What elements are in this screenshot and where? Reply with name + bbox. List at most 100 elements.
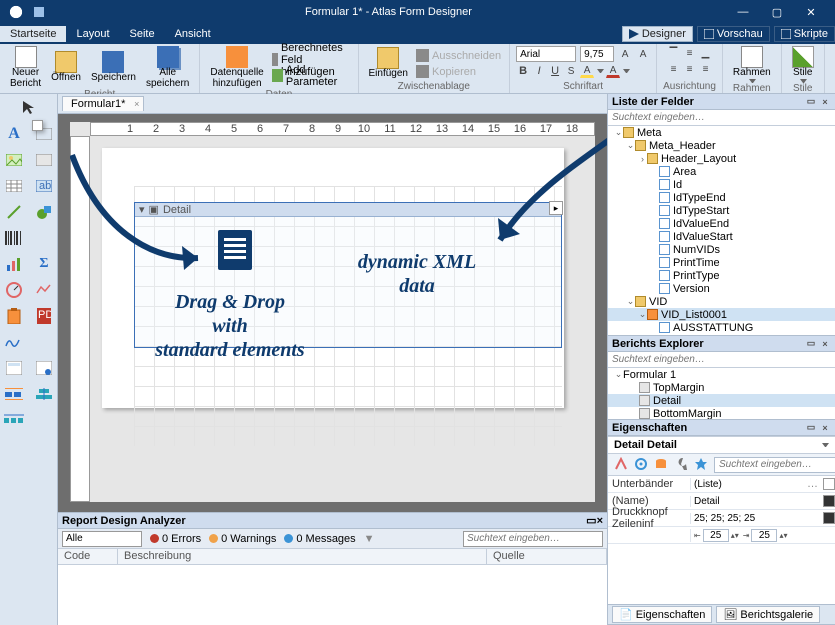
prop-reset-icon[interactable] [823, 495, 835, 507]
align-middle-button[interactable]: ≡ [683, 46, 697, 60]
paste-button[interactable]: Einfügen [365, 47, 412, 80]
maximize-button[interactable]: ▢ [765, 3, 789, 21]
property-margin-row[interactable]: ⇤▴▾ ⇥▴▾ [608, 527, 835, 544]
analyzer-filter-combo[interactable] [62, 531, 142, 547]
copy-button[interactable]: Kopieren [414, 64, 503, 79]
ribbon-group-label: Hilfe [831, 81, 835, 93]
pagebreak-tool[interactable] [31, 356, 57, 380]
close-button[interactable]: ✕ [799, 3, 823, 21]
distribute-tool[interactable] [1, 408, 27, 432]
cell-tool[interactable]: ab [31, 174, 57, 198]
signature-tool[interactable] [1, 330, 27, 354]
font-shrink-button[interactable]: A [636, 47, 650, 61]
barcode-tool[interactable] [1, 226, 27, 250]
prop-events-icon[interactable] [634, 457, 648, 472]
messages-stat[interactable]: 0 Messages [284, 533, 355, 545]
font-color-button[interactable]: A [606, 64, 620, 78]
panel-pin-icon[interactable]: ▭ [586, 514, 596, 527]
explorer-tree[interactable]: ⌄Formular 1 TopMargin Detail BottomMargi… [608, 368, 835, 419]
panel-close-icon[interactable]: × [819, 338, 831, 350]
save-button[interactable]: Speichern [87, 51, 140, 84]
fields-tree[interactable]: ⌄Meta ⌄Meta_Header ›Header_Layout Area I… [608, 126, 835, 335]
new-report-button[interactable]: Neuer Bericht [6, 46, 45, 89]
margin-right-input[interactable] [751, 529, 777, 542]
margin-left-input[interactable] [703, 529, 729, 542]
mode-preview-button[interactable]: Vorschau [697, 26, 770, 42]
highlight-button[interactable]: A [580, 64, 594, 78]
image-tool[interactable] [1, 148, 27, 172]
panel-close-icon[interactable]: × [819, 422, 831, 434]
panel-dock-icon[interactable]: ▭ [805, 338, 817, 350]
stile-button[interactable]: Stile [788, 46, 818, 83]
tab-layout[interactable]: Layout [66, 26, 119, 42]
fields-search-input[interactable] [608, 110, 835, 126]
property-object-selector[interactable]: Detail Detail [608, 436, 835, 454]
property-row[interactable]: Unterbänder … [608, 476, 835, 493]
align-center-tool[interactable] [31, 382, 57, 406]
panel-dock-icon[interactable]: ▭ [805, 422, 817, 434]
mode-scripts-button[interactable]: Skripte [774, 26, 835, 42]
align-left-button[interactable]: ≡ [667, 62, 681, 76]
align-bottom-button[interactable]: ▁ [699, 46, 713, 60]
crosstab-tool[interactable] [1, 382, 27, 406]
text-tool[interactable]: A [1, 122, 27, 146]
align-top-button[interactable]: ▔ [667, 46, 681, 60]
prop-favorites-icon[interactable] [694, 457, 708, 472]
align-right-button[interactable]: ≡ [699, 62, 713, 76]
prop-sort-icon[interactable] [614, 457, 628, 472]
errors-stat[interactable]: 0 Errors [150, 533, 201, 545]
tab-berichtsgalerie[interactable]: 🖼Berichtsgalerie [716, 606, 820, 623]
panel-close-icon[interactable]: × [819, 96, 831, 108]
warnings-stat[interactable]: 0 Warnings [209, 533, 276, 545]
help-button[interactable]: ? [831, 53, 835, 75]
sum-tool[interactable]: Σ [31, 252, 57, 276]
qat-save-icon[interactable] [32, 5, 46, 19]
pdf-tool[interactable]: PDF [31, 304, 57, 328]
rectangle-tool[interactable] [31, 148, 57, 172]
table-tool[interactable] [1, 174, 27, 198]
sparkline-tool[interactable] [31, 278, 57, 302]
shapes-tool[interactable] [31, 200, 57, 224]
strike-button[interactable]: S [564, 64, 578, 78]
filter-icon[interactable]: ▼ [364, 533, 375, 545]
document-tab[interactable]: Formular1*× [62, 96, 144, 111]
align-center-button[interactable]: ≡ [683, 62, 697, 76]
panel-dock-icon[interactable]: ▭ [805, 96, 817, 108]
pointer-tool[interactable] [2, 95, 56, 119]
cut-button[interactable]: Ausschneiden [414, 48, 503, 63]
close-tab-icon[interactable]: × [134, 99, 139, 109]
chart-tool[interactable] [1, 252, 27, 276]
prop-reset-icon[interactable] [823, 512, 835, 524]
prop-wrench-icon[interactable] [674, 457, 688, 472]
design-canvas[interactable]: 123456789101112131415161718 ▾▣Detail ▸ D… [58, 114, 607, 512]
font-size-input[interactable] [580, 46, 614, 62]
italic-button[interactable]: I [532, 64, 546, 78]
explorer-search-input[interactable] [608, 352, 835, 368]
prop-reset-icon[interactable] [823, 478, 835, 490]
save-all-button[interactable]: Alle speichern [142, 46, 193, 89]
mode-designer-button[interactable]: Designer [622, 26, 693, 42]
properties-search-input[interactable] [714, 457, 835, 473]
clipboard-tool[interactable] [1, 304, 27, 328]
tab-ansicht[interactable]: Ansicht [165, 26, 221, 42]
font-grow-button[interactable]: A [618, 47, 632, 61]
underline-button[interactable]: U [548, 64, 562, 78]
gauge-tool[interactable] [1, 278, 27, 302]
minimize-button[interactable]: ― [731, 3, 755, 21]
ribbon-group-daten: Datenquelle hinzufügen Berechnetes Feld … [200, 44, 358, 93]
subreport-tool[interactable] [1, 356, 27, 380]
add-parameter-button[interactable]: Add Parameter [270, 68, 352, 83]
open-button[interactable]: Öffnen [47, 51, 85, 84]
tab-startseite[interactable]: Startseite [0, 26, 66, 42]
tab-seite[interactable]: Seite [120, 26, 165, 42]
prop-data-icon[interactable] [654, 457, 668, 472]
line-tool[interactable] [1, 200, 27, 224]
panel-close-icon[interactable]: × [597, 515, 603, 527]
bold-button[interactable]: B [516, 64, 530, 78]
property-row[interactable]: Druckknopf Zeileninf [608, 510, 835, 527]
analyzer-search-input[interactable] [463, 531, 603, 547]
rahmen-button[interactable]: Rahmen [729, 46, 775, 83]
tab-eigenschaften[interactable]: 📄Eigenschaften [612, 606, 712, 623]
add-datasource-button[interactable]: Datenquelle hinzufügen [206, 46, 267, 89]
font-name-input[interactable] [516, 46, 576, 62]
